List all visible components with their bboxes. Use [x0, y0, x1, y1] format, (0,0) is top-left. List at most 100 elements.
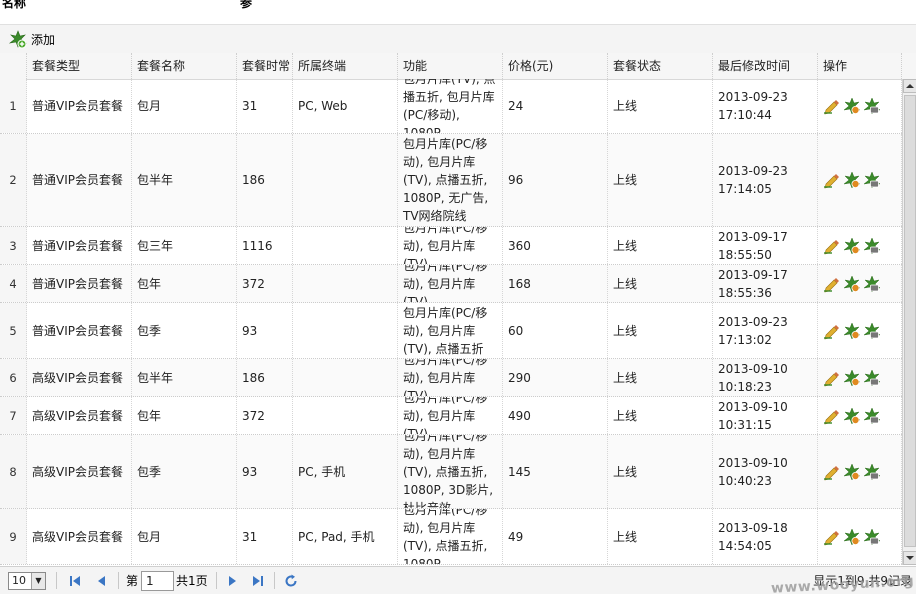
- header-last-modified[interactable]: 最后修改时间: [713, 53, 818, 79]
- pencil-edit-icon[interactable]: [823, 369, 841, 387]
- plant-delete-icon[interactable]: [863, 406, 881, 425]
- cell-features-text: 包月片库(PC/移动), 包月片库(TV): [403, 265, 488, 302]
- separator: [56, 572, 57, 589]
- plant-settings-icon[interactable]: [843, 97, 861, 115]
- cell-features-text: 包月片库(PC/移动), 包月片库(TV): [403, 227, 488, 264]
- cell-package-name-text: 包月: [137, 99, 162, 113]
- plant-delete-icon[interactable]: [863, 236, 881, 255]
- cell-package-name-text: 包半年: [137, 173, 174, 187]
- row-number: 7: [0, 397, 27, 434]
- cell-duration: 93: [237, 435, 293, 508]
- cell-package-name: 包季: [132, 303, 237, 358]
- row-number-text: 7: [9, 408, 17, 423]
- cell-status: 上线: [608, 397, 713, 434]
- cell-terminal-text: PC, Pad, 手机: [298, 529, 375, 544]
- next-page-icon[interactable]: [225, 573, 241, 589]
- plant-delete-icon[interactable]: [863, 527, 881, 546]
- plant-settings-icon[interactable]: [843, 274, 861, 293]
- first-page-icon[interactable]: [67, 573, 83, 589]
- cell-features: 包月片库(PC/移动), 包月片库(TV): [398, 359, 503, 396]
- scroll-up-button[interactable]: [903, 79, 916, 93]
- pencil-edit-icon[interactable]: [823, 275, 841, 293]
- cell-actions: [818, 79, 902, 133]
- table-row[interactable]: 2 普通VIP会员套餐 包半年 186 包月片库(PC/移动), 包月片库(TV), 点…: [0, 134, 902, 227]
- plant-settings-icon[interactable]: [843, 406, 861, 425]
- row-number: 5: [0, 303, 27, 358]
- cell-terminal: [293, 359, 398, 396]
- plant-settings-icon[interactable]: [843, 321, 861, 340]
- cell-terminal-text: PC, Web: [298, 99, 348, 113]
- plant-delete-icon[interactable]: [863, 171, 881, 189]
- table-row[interactable]: 9 高级VIP会员套餐 包月 31 PC, Pad, 手机 包月片库(PC/移动), 包月…: [0, 509, 902, 565]
- header-price[interactable]: 价格(元): [503, 53, 608, 79]
- cell-last-modified-text: 2013-09-23 17:13:02: [718, 314, 788, 347]
- row-number-text: 8: [9, 464, 17, 479]
- plant-settings-icon[interactable]: [843, 368, 861, 387]
- header-actions[interactable]: 操作: [818, 53, 902, 79]
- cell-last-modified-text: 2013-09-10 10:31:15: [718, 399, 788, 432]
- row-number-text: 5: [9, 323, 17, 338]
- cell-status-text: 上线: [613, 173, 638, 187]
- cell-terminal: [293, 227, 398, 264]
- row-number-text: 9: [9, 529, 17, 544]
- pencil-edit-icon[interactable]: [823, 322, 841, 340]
- plant-delete-icon[interactable]: [863, 462, 881, 481]
- header-row-number: [0, 53, 27, 79]
- cell-terminal: PC, Web: [293, 79, 398, 133]
- cell-features-text: 包月片库(PC/移动), 包月片库(TV), 点播五折, 1080P: [403, 509, 488, 564]
- table-row[interactable]: 8 高级VIP会员套餐 包季 93 PC, 手机 包月片库(PC/移动), 包月片库(TV…: [0, 435, 902, 509]
- cell-status-text: 上线: [613, 99, 638, 113]
- plant-settings-icon[interactable]: [843, 462, 861, 481]
- table-row[interactable]: 5 普通VIP会员套餐 包季 93 包月片库(PC/移动), 包月片库(TV), 点播五…: [0, 303, 902, 359]
- refresh-icon[interactable]: [283, 573, 299, 589]
- pencil-edit-icon[interactable]: [823, 528, 841, 546]
- add-button[interactable]: 添加: [8, 29, 55, 49]
- cell-last-modified: 2013-09-17 18:55:36: [713, 265, 818, 302]
- cell-status: 上线: [608, 79, 713, 133]
- cell-actions: [818, 227, 902, 264]
- cell-price: 24: [503, 79, 608, 133]
- scroll-thumb[interactable]: [904, 95, 916, 547]
- table-row[interactable]: 1 普通VIP会员套餐 包月 31 PC, Web 包月片库(TV), 点播五折, 包月片…: [0, 79, 902, 134]
- scroll-down-button[interactable]: [903, 551, 916, 565]
- plant-settings-icon[interactable]: [843, 236, 861, 255]
- header-package-duration[interactable]: 套餐时常: [237, 53, 293, 79]
- cell-price-text: 360: [508, 238, 531, 253]
- cell-features: 包月片库(PC/移动), 包月片库(TV): [398, 265, 503, 302]
- pencil-edit-icon[interactable]: [823, 463, 841, 481]
- cell-actions: [818, 134, 902, 226]
- header-package-type[interactable]: 套餐类型: [27, 53, 132, 79]
- plant-delete-icon[interactable]: [863, 321, 881, 340]
- row-number: 3: [0, 227, 27, 264]
- plant-delete-icon[interactable]: [863, 368, 881, 387]
- pencil-edit-icon[interactable]: [823, 237, 841, 255]
- header-features[interactable]: 功能: [398, 53, 503, 79]
- vertical-scrollbar[interactable]: [902, 79, 916, 565]
- cell-actions: [818, 397, 902, 434]
- header-package-name[interactable]: 套餐名称: [132, 53, 237, 79]
- cell-status-text: 上线: [613, 408, 638, 423]
- plant-settings-icon[interactable]: [843, 527, 861, 546]
- table-row[interactable]: 7 高级VIP会员套餐 包年 372 包月片库(PC/移动), 包月片库(TV) 490 上…: [0, 397, 902, 435]
- table-row[interactable]: 4 普通VIP会员套餐 包年 372 包月片库(PC/移动), 包月片库(TV) 168 上…: [0, 265, 902, 303]
- cell-duration-text: 31: [242, 529, 258, 544]
- page-number-input[interactable]: 1: [141, 571, 174, 591]
- header-status[interactable]: 套餐状态: [608, 53, 713, 79]
- pencil-edit-icon[interactable]: [823, 171, 841, 189]
- table-row[interactable]: 3 普通VIP会员套餐 包三年 1116 包月片库(PC/移动), 包月片库(TV) 36…: [0, 227, 902, 265]
- page-size-select[interactable]: 10 ▼: [8, 572, 46, 590]
- cell-package-type: 普通VIP会员套餐: [27, 265, 132, 302]
- separator: [274, 572, 275, 589]
- last-page-icon[interactable]: [250, 573, 266, 589]
- cell-package-name-text: 包半年: [137, 370, 174, 385]
- plant-delete-icon[interactable]: [863, 97, 881, 115]
- plant-delete-icon[interactable]: [863, 274, 881, 293]
- table-row[interactable]: 6 高级VIP会员套餐 包半年 186 包月片库(PC/移动), 包月片库(TV) 290…: [0, 359, 902, 397]
- pencil-edit-icon[interactable]: [823, 407, 841, 425]
- plant-settings-icon[interactable]: [843, 171, 861, 189]
- cell-package-type: 普通VIP会员套餐: [27, 303, 132, 358]
- header-terminal[interactable]: 所属终端: [293, 53, 398, 79]
- previous-page-icon[interactable]: [93, 573, 109, 589]
- pencil-edit-icon[interactable]: [823, 97, 841, 115]
- cell-price-text: 290: [508, 370, 531, 385]
